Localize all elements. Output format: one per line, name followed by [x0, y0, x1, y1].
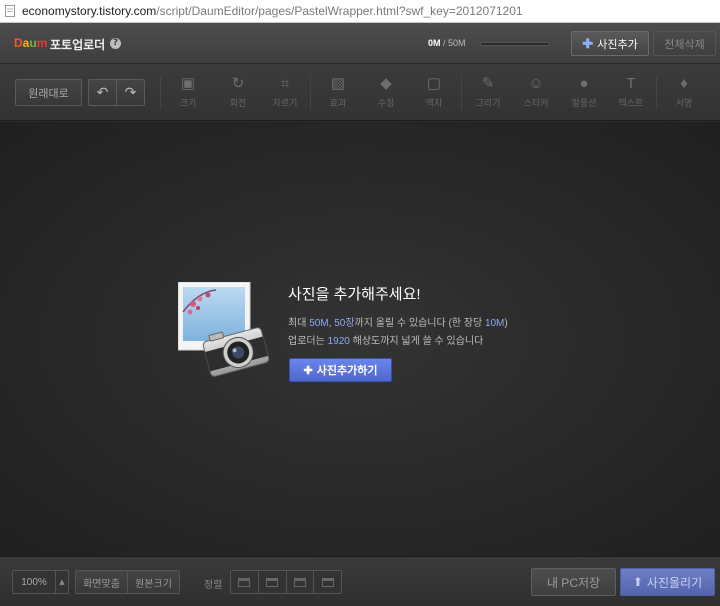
plus-icon: ✚ — [582, 35, 594, 51]
url-text: economystory.tistory.com/script/DaumEdit… — [22, 4, 523, 18]
align-label: 정렬 — [204, 580, 223, 591]
view-size-group: 화면맞춤 원본크기 — [75, 570, 180, 594]
original-size-button[interactable]: 원본크기 — [127, 571, 179, 593]
toolbar-divider — [310, 76, 311, 110]
tool-speech-bubble[interactable]: ● 말풍선 — [564, 74, 604, 109]
storage-usage-text: 0M / 50M — [428, 38, 466, 48]
align-full-icon — [321, 577, 334, 587]
undo-icon[interactable]: ↶ — [89, 80, 116, 105]
revert-original-button[interactable]: 원래대로 — [15, 79, 82, 106]
plus-icon: ✚ — [303, 364, 313, 377]
undo-redo-group: ↶ ↷ — [88, 79, 145, 106]
tool-signature[interactable]: ♦ 서명 — [664, 74, 704, 109]
add-photos-label: 사진추가하기 — [316, 365, 378, 377]
tool-sticker[interactable]: ☺ 스티커 — [516, 74, 556, 109]
upload-photos-button[interactable]: ⬆ 사진올리기 — [620, 568, 715, 596]
tool-label: 액자 — [425, 98, 443, 108]
upload-arrow-icon: ⬆ — [632, 575, 643, 589]
usage-max: 50M — [448, 38, 466, 48]
max-resolution: 1920 — [327, 336, 350, 347]
fit-screen-button[interactable]: 화면맞춤 — [76, 571, 127, 593]
frame-icon: ▢ — [426, 75, 442, 92]
tool-label: 서명 — [675, 98, 693, 108]
align-option-2[interactable] — [257, 571, 286, 593]
add-photo-label: 사진추가 — [597, 38, 638, 51]
upload-limit-text: 최대 50M, 50장까지 올릴 수 있습니다 (한 장당 10M) — [288, 318, 508, 329]
redo-icon[interactable]: ↷ — [116, 80, 144, 105]
crop-icon: ⌗ — [280, 75, 290, 92]
tool-crop[interactable]: ⌗ 자르기 — [265, 74, 305, 109]
align-right-icon — [293, 577, 306, 587]
pen-nib-icon: ♦ — [680, 75, 688, 92]
app-title: 포토업로더 — [50, 38, 106, 52]
help-icon[interactable]: ? — [110, 38, 121, 49]
toolbar-divider — [160, 76, 161, 110]
align-group — [230, 570, 342, 594]
storage-usage-bar — [480, 42, 550, 46]
toolbar-divider — [461, 76, 462, 110]
add-photo-button[interactable]: ✚ 사진추가 — [571, 31, 649, 56]
zoom-arrow-icon[interactable]: ▲ — [55, 571, 68, 593]
tool-rotate[interactable]: ↻ 회전 — [218, 74, 258, 109]
align-center-icon — [266, 577, 279, 587]
tool-label: 말풍선 — [571, 98, 597, 108]
speech-bubble-icon: ● — [579, 75, 589, 92]
photo-camera-illustration — [178, 282, 270, 377]
zoom-value: 100% — [21, 576, 47, 588]
browser-address-bar[interactable]: economystory.tistory.com/script/DaumEdit… — [0, 0, 720, 23]
zoom-selector[interactable]: 100% ▲ — [12, 570, 69, 594]
add-photos-button[interactable]: ✚ 사진추가하기 — [289, 358, 392, 382]
upload-label: 사진올리기 — [646, 575, 703, 590]
tool-label: 자르기 — [272, 98, 298, 108]
tool-resize[interactable]: ▣ 크기 — [168, 74, 208, 109]
tool-text[interactable]: T 텍스트 — [611, 74, 651, 109]
align-option-3[interactable] — [285, 571, 314, 593]
resolution-info-text: 업로더는 1920 해상도까지 넓게 쓸 수 있습니다 — [288, 336, 484, 347]
empty-state-title: 사진을 추가해주세요! — [288, 286, 421, 303]
per-photo-size: 10M — [484, 318, 505, 329]
tool-effect[interactable]: ▧ 효과 — [318, 74, 358, 109]
effect-icon: ▧ — [330, 75, 346, 92]
tool-label: 크기 — [179, 98, 197, 108]
align-option-4[interactable] — [313, 571, 341, 593]
uploader-header: Daum 포토업로더 ? 0M / 50M ✚ 사진추가 전체삭제 — [0, 23, 720, 64]
toolbar-divider — [656, 76, 657, 110]
align-left-icon — [238, 577, 251, 587]
rotate-icon: ↻ — [231, 75, 245, 92]
url-host: economystory.tistory.com — [22, 4, 157, 18]
max-size: 50M — [309, 318, 329, 329]
smiley-icon: ☺ — [528, 75, 544, 92]
text-icon: T — [626, 75, 636, 92]
tool-label: 수정 — [377, 98, 395, 108]
tool-label: 효과 — [329, 98, 347, 108]
delete-all-button[interactable]: 전체삭제 — [653, 31, 716, 56]
eraser-icon: ◆ — [380, 75, 392, 92]
tool-label: 텍스트 — [618, 98, 644, 108]
page-icon — [5, 5, 15, 17]
brush-icon: ✎ — [481, 75, 495, 92]
tool-adjust[interactable]: ◆ 수정 — [366, 74, 406, 109]
usage-current: 0M — [428, 38, 441, 48]
tool-frame[interactable]: ▢ 액자 — [414, 74, 454, 109]
edit-toolbar: 원래대로 ↶ ↷ ▣ 크기 ↻ 회전 ⌗ 자르기 ▧ 효과 ◆ 수정 ▢ 액자 … — [0, 64, 720, 121]
save-to-pc-button[interactable]: 내 PC저장 — [531, 568, 616, 596]
tool-draw[interactable]: ✎ 그리기 — [468, 74, 508, 109]
tool-label: 스티커 — [523, 98, 549, 108]
align-option-1[interactable] — [231, 571, 258, 593]
url-path: /script/DaumEditor/pages/PastelWrapper.h… — [156, 4, 523, 18]
tool-label: 그리기 — [475, 98, 501, 108]
max-count: 50장 — [334, 318, 355, 329]
tool-label: 회전 — [229, 98, 247, 108]
resize-icon: ▣ — [180, 75, 196, 92]
daum-logo: Daum — [14, 36, 48, 50]
bottom-bar: 100% ▲ 화면맞춤 원본크기 정렬 내 PC저장 ⬆ 사진올리기 — [0, 556, 720, 606]
